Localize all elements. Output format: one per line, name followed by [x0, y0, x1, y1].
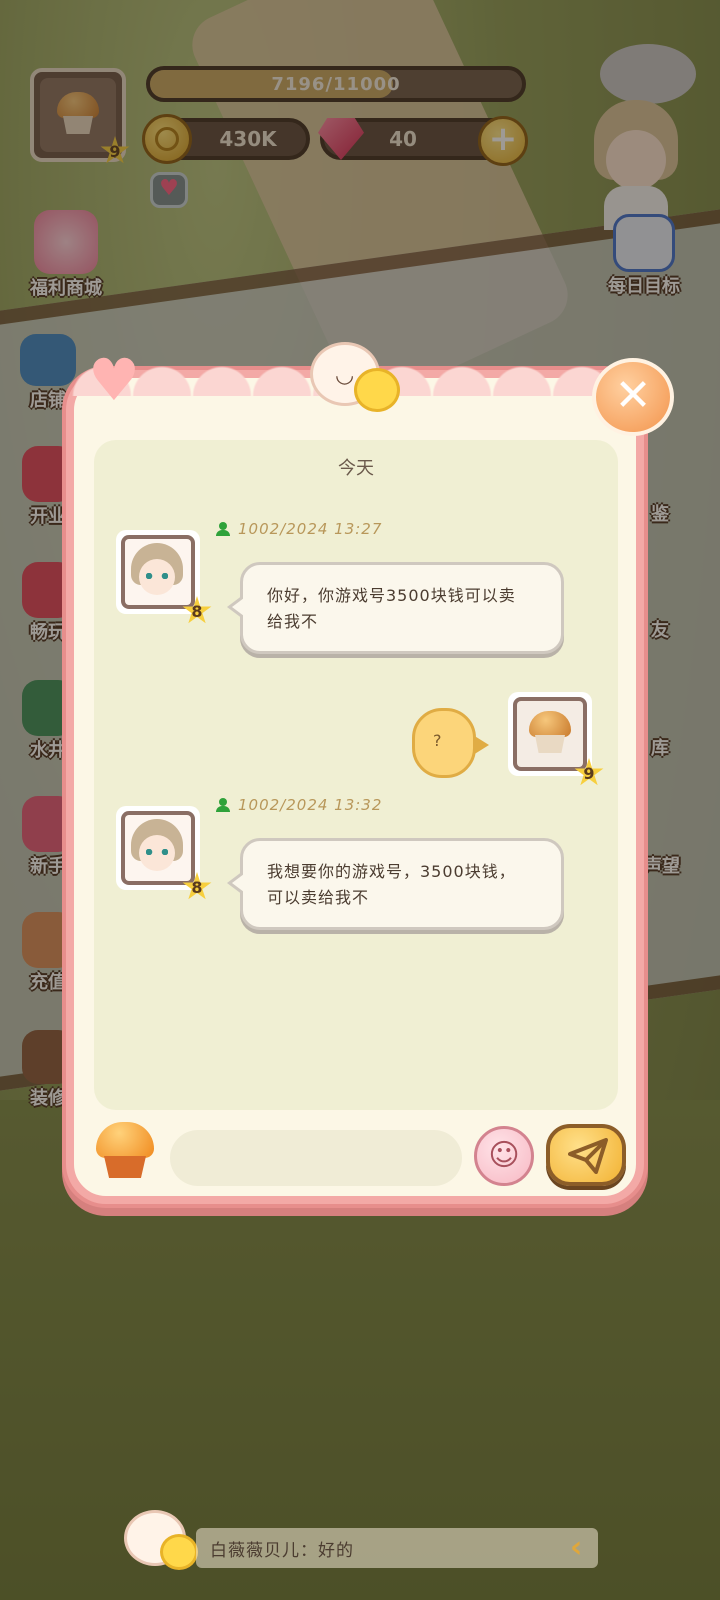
- person-icon: [216, 522, 230, 536]
- sender-avatar[interactable]: 8: [116, 530, 212, 624]
- sender-avatar[interactable]: 8: [116, 806, 212, 900]
- ticker-text: 好的: [318, 1541, 354, 1561]
- outgoing-message-bubble: ?: [412, 708, 489, 778]
- ticker-sender: 白薇薇贝儿: [210, 1541, 300, 1561]
- heart-decoration-icon: ♥: [88, 346, 140, 414]
- incoming-message-bubble: 你好，你游戏号3500块钱可以卖 给我不: [227, 562, 564, 654]
- message-timestamp: 1002/2024 13:32: [238, 796, 383, 814]
- paper-plane-icon: [568, 1138, 608, 1174]
- girl-avatar-icon: [125, 815, 191, 881]
- message-timestamp: 1002/2024 13:27: [238, 520, 383, 538]
- chevron-left-icon[interactable]: ‹: [570, 1530, 598, 1566]
- message-text-line: 可以卖给我不: [267, 888, 370, 907]
- emoji-button[interactable]: ☺: [474, 1126, 534, 1186]
- message-text: ?: [433, 731, 442, 750]
- message-text-line: 给我不: [267, 612, 319, 631]
- send-button[interactable]: [546, 1124, 626, 1186]
- message-text-line: 你好，你游戏号3500块钱可以卖: [267, 586, 516, 605]
- muffin-icon: [517, 701, 583, 767]
- my-avatar[interactable]: 9: [508, 692, 604, 786]
- message-meta: 1002/2024 13:27: [216, 520, 382, 538]
- message-meta: 1002/2024 13:32: [216, 796, 382, 814]
- world-chat-ticker[interactable]: 白薇薇贝儿：好的: [196, 1528, 598, 1568]
- cake-icon[interactable]: [96, 1122, 154, 1180]
- ticker-separator: ：: [300, 1541, 318, 1561]
- girl-avatar-icon: [125, 539, 191, 605]
- person-icon: [216, 798, 230, 812]
- close-button[interactable]: ✕: [592, 358, 674, 436]
- chat-emoji-icon: [310, 342, 406, 418]
- date-separator: 今天: [338, 458, 374, 479]
- message-text-line: 我想要你的游戏号，3500块钱，: [267, 862, 516, 881]
- incoming-message-bubble: 我想要你的游戏号，3500块钱， 可以卖给我不: [227, 838, 564, 930]
- chat-input[interactable]: [170, 1130, 462, 1186]
